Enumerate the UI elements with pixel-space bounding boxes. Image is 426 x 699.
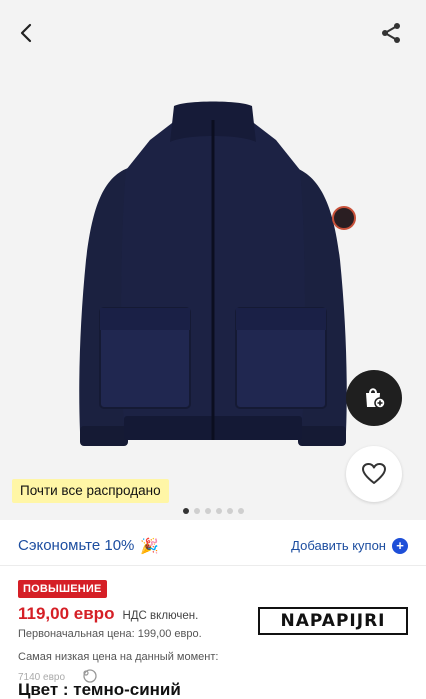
gallery-dot[interactable] (204, 508, 211, 514)
share-button[interactable] (374, 16, 408, 50)
add-coupon-label: Добавить купон (291, 538, 386, 553)
add-to-bag-button[interactable] (346, 370, 402, 426)
back-button[interactable] (12, 18, 42, 48)
gallery-dot[interactable] (193, 508, 200, 514)
stock-status-badge: Почти все распродано (12, 479, 169, 503)
shopping-bag-add-icon (366, 388, 386, 409)
lowest-price-label: Самая низкая цена на данный момент: (18, 651, 219, 663)
gallery-dot[interactable] (182, 508, 189, 514)
original-price: Первоначальная цена: 199,00 евро. (18, 628, 202, 640)
gallery-dot[interactable] (215, 508, 222, 514)
savings-text: Сэкономьте 10% 🎉 (18, 537, 159, 555)
coupon-row: Сэкономьте 10% 🎉 Добавить купон + (0, 526, 426, 566)
current-price: 119,00 евро (18, 604, 115, 623)
brand-logo: NAPAPIJRI (258, 607, 408, 635)
wishlist-button[interactable] (346, 446, 402, 502)
gallery-pagination[interactable] (0, 508, 426, 514)
price-row: 119,00 евро НДС включен. (18, 604, 198, 624)
back-arrow-icon (20, 23, 32, 43)
savings-label: Сэкономьте 10% (18, 537, 135, 554)
party-emoji-icon: 🎉 (140, 537, 160, 555)
share-icon (382, 23, 400, 43)
add-coupon-button[interactable]: Добавить купон + (291, 537, 408, 554)
color-label: Цвет : темно-синий (18, 680, 181, 699)
gallery-dot[interactable] (237, 508, 244, 514)
product-details-sheet: Сэкономьте 10% 🎉 Добавить купон + ПОВЫШЕ… (0, 522, 426, 699)
heart-icon (362, 463, 386, 484)
gallery-dot[interactable] (226, 508, 233, 514)
promo-tag: ПОВЫШЕНИЕ (18, 580, 107, 598)
product-image-gallery[interactable]: Почти все распродано (0, 0, 426, 520)
vat-note: НДС включен. (122, 610, 199, 622)
brand-name: NAPAPIJRI (280, 611, 386, 631)
plus-circle-icon: + (392, 537, 408, 554)
